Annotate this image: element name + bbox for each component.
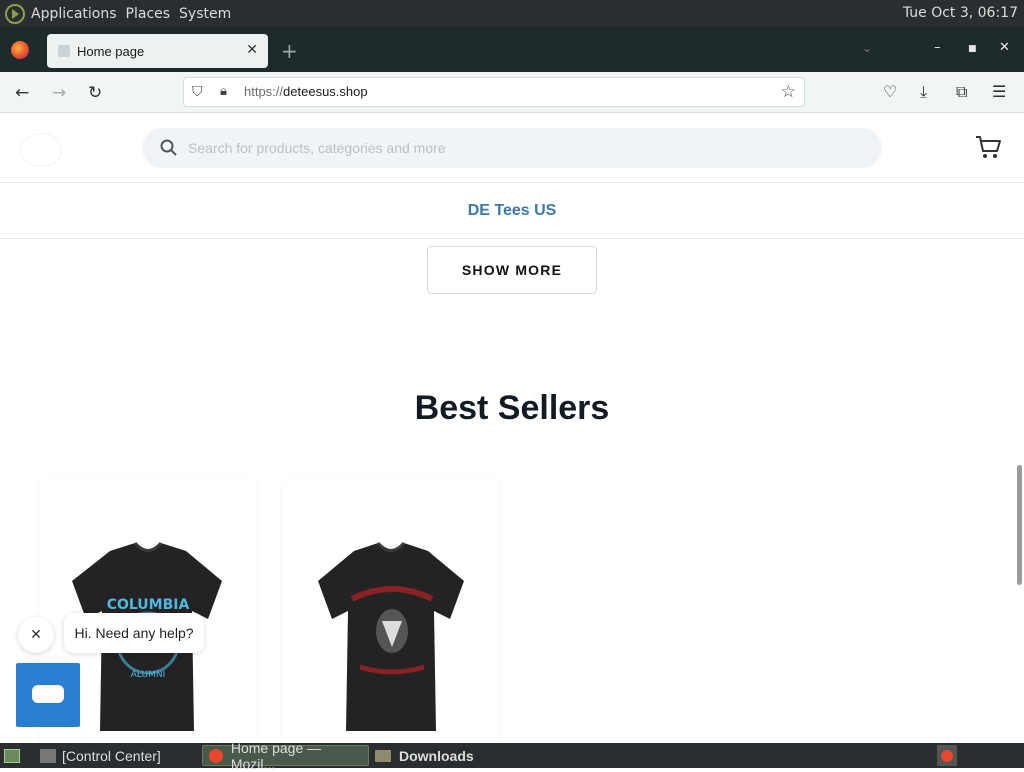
distro-logo-icon[interactable]: [5, 3, 25, 24]
lock-icon[interactable]: 🔒︎: [220, 84, 227, 99]
extensions-icon[interactable]: ⧉: [956, 82, 967, 102]
places-menu[interactable]: Places: [126, 6, 171, 22]
product-card[interactable]: [282, 481, 498, 743]
favicon-icon: [58, 45, 70, 57]
folder-icon: [375, 749, 391, 762]
show-more-button[interactable]: SHOW MORE: [427, 246, 597, 294]
print-text: COLUMBIA: [107, 597, 190, 613]
downloads-icon[interactable]: ⤓: [920, 82, 927, 102]
brand-link[interactable]: DE Tees US: [468, 202, 557, 220]
reload-icon[interactable]: ↻: [88, 83, 102, 103]
maximize-icon[interactable]: ■: [968, 44, 977, 54]
pocket-icon[interactable]: ♡: [883, 82, 897, 101]
workspace-switcher[interactable]: [937, 745, 957, 766]
site-logo[interactable]: [20, 133, 62, 167]
list-all-tabs-icon[interactable]: ⌄: [862, 41, 872, 55]
taskbar-item-firefox[interactable]: Home page — Mozil...: [202, 740, 369, 772]
control-center-icon: [40, 748, 56, 763]
url-text[interactable]: https://deteesus.shop: [244, 84, 368, 99]
taskbar: [Control Center] Home page — Mozil... Do…: [0, 740, 1024, 772]
site-header: Search for products, categories and more: [0, 113, 1024, 183]
search-input[interactable]: Search for products, categories and more: [142, 128, 882, 168]
page-scrollbar[interactable]: [1017, 465, 1022, 585]
system-menu[interactable]: System: [179, 6, 231, 22]
tab-title: Home page: [77, 43, 145, 59]
chat-launcher-button[interactable]: [16, 663, 80, 727]
bookmark-star-icon[interactable]: ☆: [781, 82, 796, 102]
taskbar-item-control-center[interactable]: [Control Center]: [40, 745, 161, 766]
chat-greeting[interactable]: Hi. Need any help?: [64, 613, 204, 653]
clock[interactable]: Tue Oct 3, 06:17: [903, 5, 1018, 21]
product-image[interactable]: [282, 481, 498, 743]
tab-home-page[interactable]: Home page ✕: [47, 34, 268, 68]
back-icon[interactable]: ←: [15, 83, 29, 103]
top-panel: Applications Places System Tue Oct 3, 06…: [0, 0, 1024, 27]
new-tab-icon[interactable]: +: [281, 39, 298, 63]
print-sub: ALUMNI: [131, 670, 165, 680]
close-tab-icon[interactable]: ✕: [246, 42, 258, 58]
close-window-icon[interactable]: ✕: [999, 40, 1010, 55]
cart-icon[interactable]: [974, 133, 1002, 161]
applications-menu[interactable]: Applications: [31, 6, 117, 22]
search-icon: [160, 139, 177, 156]
firefox-task-icon: [209, 748, 223, 763]
menu-icon[interactable]: ☰: [992, 82, 1006, 101]
show-desktop-icon[interactable]: [4, 745, 20, 766]
close-chat-icon[interactable]: ✕: [18, 617, 54, 653]
shield-icon[interactable]: ⛉: [192, 84, 203, 100]
url-bar[interactable]: ⛉ 🔒︎ https://deteesus.shop ☆: [183, 77, 805, 107]
minimize-icon[interactable]: –: [934, 40, 941, 55]
firefox-workspace-icon: [941, 749, 953, 762]
firefox-icon[interactable]: [11, 41, 29, 59]
forward-icon[interactable]: →: [52, 83, 66, 103]
taskbar-item-downloads[interactable]: Downloads: [375, 745, 474, 766]
search-placeholder: Search for products, categories and more: [188, 140, 446, 156]
section-title: Best Sellers: [414, 389, 610, 427]
chat-bubble-icon: [32, 685, 64, 703]
brand-bar: DE Tees US: [0, 183, 1024, 239]
